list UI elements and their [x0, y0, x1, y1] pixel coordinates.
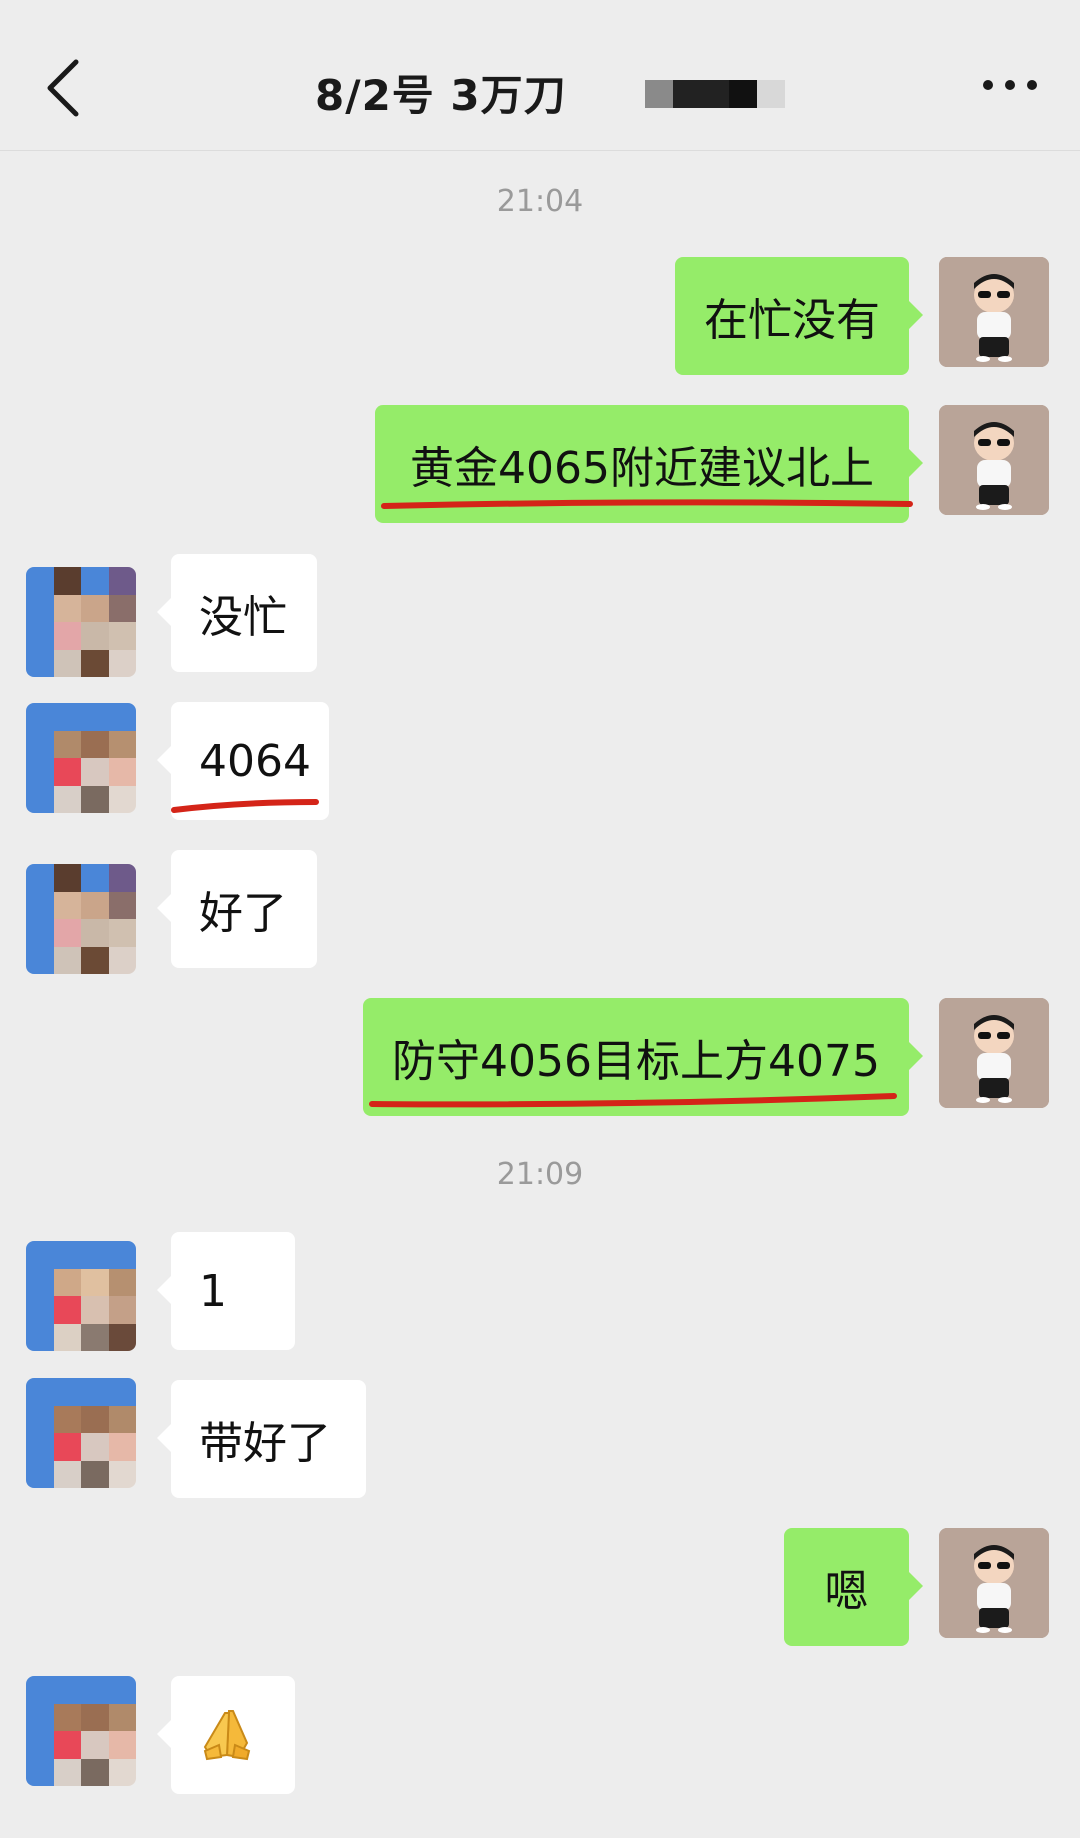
avatar-contact[interactable] — [26, 864, 136, 974]
cartoon-avatar-icon — [939, 405, 1049, 515]
message-text: 在忙没有 — [704, 295, 880, 346]
pixelated-avatar-icon — [26, 567, 136, 677]
message-text: 没忙 — [199, 592, 287, 643]
pixelated-avatar-icon — [26, 1241, 136, 1351]
message-text: 4064 — [199, 735, 311, 787]
message-text: 黄金4065附近建议北上 — [410, 443, 874, 494]
message-bubble-sent[interactable]: 在忙没有 — [675, 257, 923, 375]
message-text: 带好了 — [199, 1418, 331, 1469]
cartoon-avatar-icon — [939, 1528, 1049, 1638]
avatar-self[interactable] — [939, 1528, 1049, 1638]
chat-title: 8/2号 3万刀 — [315, 71, 567, 120]
timestamp: 21:09 — [496, 1157, 584, 1192]
pixelated-avatar-icon — [26, 703, 136, 813]
avatar-self[interactable] — [939, 998, 1049, 1108]
redacted-name — [645, 80, 785, 108]
chevron-left-icon[interactable] — [44, 58, 84, 118]
avatar-contact[interactable] — [26, 1378, 136, 1488]
avatar-contact[interactable] — [26, 1676, 136, 1786]
avatar-self[interactable] — [939, 405, 1049, 515]
avatar-contact[interactable] — [26, 703, 136, 813]
message-text: 好了 — [199, 888, 287, 939]
cartoon-avatar-icon — [939, 998, 1049, 1108]
message-bubble-received[interactable]: 好了 — [157, 850, 317, 968]
message-text: 防守4056目标上方4075 — [392, 1036, 880, 1087]
avatar-self[interactable] — [939, 257, 1049, 367]
red-underline-annotation — [171, 799, 319, 813]
chat-header: 8/2号 3万刀 — [0, 0, 1080, 151]
timestamp: 21:04 — [496, 184, 584, 219]
pixelated-avatar-icon — [26, 1378, 136, 1488]
message-bubble-received[interactable] — [157, 1676, 295, 1794]
red-underline-annotation — [369, 1093, 897, 1108]
message-bubble-received[interactable]: 没忙 — [157, 554, 317, 672]
avatar-contact[interactable] — [26, 567, 136, 677]
message-text: 嗯 — [824, 1566, 869, 1617]
message-bubble-sent[interactable]: 嗯 — [784, 1528, 923, 1646]
cartoon-avatar-icon — [939, 257, 1049, 367]
pixelated-avatar-icon — [26, 1676, 136, 1786]
red-underline-annotation — [381, 499, 913, 509]
more-dots-icon[interactable] — [980, 70, 1040, 100]
pixelated-avatar-icon — [26, 864, 136, 974]
folded-hands-emoji-icon — [203, 1710, 251, 1761]
message-text: 1 — [199, 1265, 227, 1317]
message-bubble-received[interactable]: 1 — [157, 1232, 295, 1350]
avatar-contact[interactable] — [26, 1241, 136, 1351]
message-bubble-received[interactable]: 带好了 — [157, 1380, 366, 1498]
